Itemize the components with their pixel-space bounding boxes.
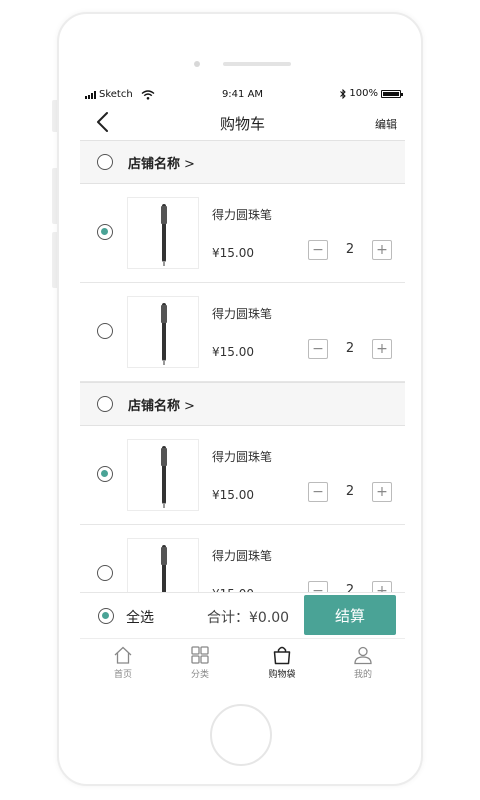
front-camera (194, 61, 200, 67)
bag-icon (273, 646, 291, 665)
shop-header: 店铺名称 > (80, 382, 405, 426)
home-button[interactable] (210, 704, 272, 766)
product-name[interactable]: 得力圆珠笔 (212, 305, 272, 322)
quantity-stepper: − 2 + (308, 482, 400, 504)
product-price: ¥15.00 (212, 345, 254, 359)
cart-item: 得力圆珠笔 ¥15.00 − 2 + (80, 184, 405, 283)
increase-button[interactable]: + (372, 339, 392, 359)
select-all-radio[interactable] (98, 608, 114, 624)
total-amount: 合计：¥0.00 (207, 610, 290, 626)
home-icon (114, 646, 132, 664)
chevron-right-icon: > (184, 157, 195, 172)
product-name[interactable]: 得力圆珠笔 (212, 547, 272, 564)
increase-button[interactable]: + (372, 240, 392, 260)
product-name[interactable]: 得力圆珠笔 (212, 206, 272, 223)
increase-button[interactable]: + (372, 482, 392, 502)
quantity-value[interactable]: 2 (330, 341, 370, 356)
chevron-right-icon: > (184, 399, 195, 414)
tab-label: 分类 (190, 670, 209, 680)
tab-label: 首页 (113, 670, 132, 680)
tab-home[interactable]: 首页 (93, 645, 153, 680)
shop-name-link[interactable]: 店铺名称 > (128, 395, 195, 414)
checkout-bar: 全选 合计：¥0.00 结算 (80, 592, 405, 639)
back-arrow-icon[interactable] (92, 110, 116, 134)
tab-category[interactable]: 分类 (170, 645, 230, 680)
tab-bar: 首页 分类 购物袋 我的 (80, 638, 405, 694)
shop-name-link[interactable]: 店铺名称 > (128, 153, 195, 172)
tab-label: 购物袋 (268, 670, 296, 680)
product-image[interactable] (127, 296, 199, 368)
decrease-button[interactable]: − (308, 339, 328, 359)
shop-select-radio[interactable] (97, 154, 113, 170)
product-name[interactable]: 得力圆珠笔 (212, 448, 272, 465)
item-select-radio[interactable] (97, 323, 113, 339)
category-icon (191, 646, 209, 664)
product-image[interactable] (127, 197, 199, 269)
quantity-stepper: − 2 + (308, 339, 400, 361)
earpiece-speaker (223, 62, 291, 66)
quantity-value[interactable]: 2 (330, 484, 370, 499)
edit-button[interactable]: 编辑 (375, 116, 397, 132)
product-price: ¥15.00 (212, 488, 254, 502)
shop-name-label: 店铺名称 (128, 399, 181, 414)
cart-item: 得力圆珠笔 ¥15.00 − 2 + (80, 283, 405, 382)
decrease-button[interactable]: − (308, 482, 328, 502)
nav-bar: 购物车 编辑 (80, 106, 405, 140)
quantity-value[interactable]: 2 (330, 242, 370, 257)
status-bar: Sketch 9:41 AM 100% (80, 84, 405, 106)
screen: Sketch 9:41 AM 100% 购物车 编辑 店铺名称 > 得力圆珠笔 … (80, 84, 405, 694)
cart-list: 店铺名称 > 得力圆珠笔 ¥15.00 − 2 + 得力圆珠笔 ¥15.00 − … (80, 140, 405, 624)
page-title: 购物车 (219, 115, 265, 133)
shop-select-radio[interactable] (97, 396, 113, 412)
product-image[interactable] (127, 439, 199, 511)
pen-image (161, 446, 167, 508)
battery-percent: 100% (349, 88, 378, 99)
bluetooth-icon (340, 88, 347, 99)
cart-item: 得力圆珠笔 ¥15.00 − 2 + (80, 426, 405, 525)
checkout-button[interactable]: 结算 (304, 595, 396, 635)
product-price: ¥15.00 (212, 246, 254, 260)
item-select-radio[interactable] (97, 466, 113, 482)
user-icon (354, 646, 372, 665)
decrease-button[interactable]: − (308, 240, 328, 260)
select-all-label[interactable]: 全选 (126, 607, 154, 627)
tab-profile[interactable]: 我的 (333, 645, 393, 680)
item-select-radio[interactable] (97, 224, 113, 240)
shop-name-label: 店铺名称 (128, 157, 181, 172)
pen-image (161, 204, 167, 266)
pen-image (161, 303, 167, 365)
tab-bag[interactable]: 购物袋 (252, 645, 312, 680)
tab-label: 我的 (353, 670, 372, 680)
item-select-radio[interactable] (97, 565, 113, 581)
battery-icon (381, 89, 403, 98)
shop-header: 店铺名称 > (80, 140, 405, 184)
quantity-stepper: − 2 + (308, 240, 400, 262)
